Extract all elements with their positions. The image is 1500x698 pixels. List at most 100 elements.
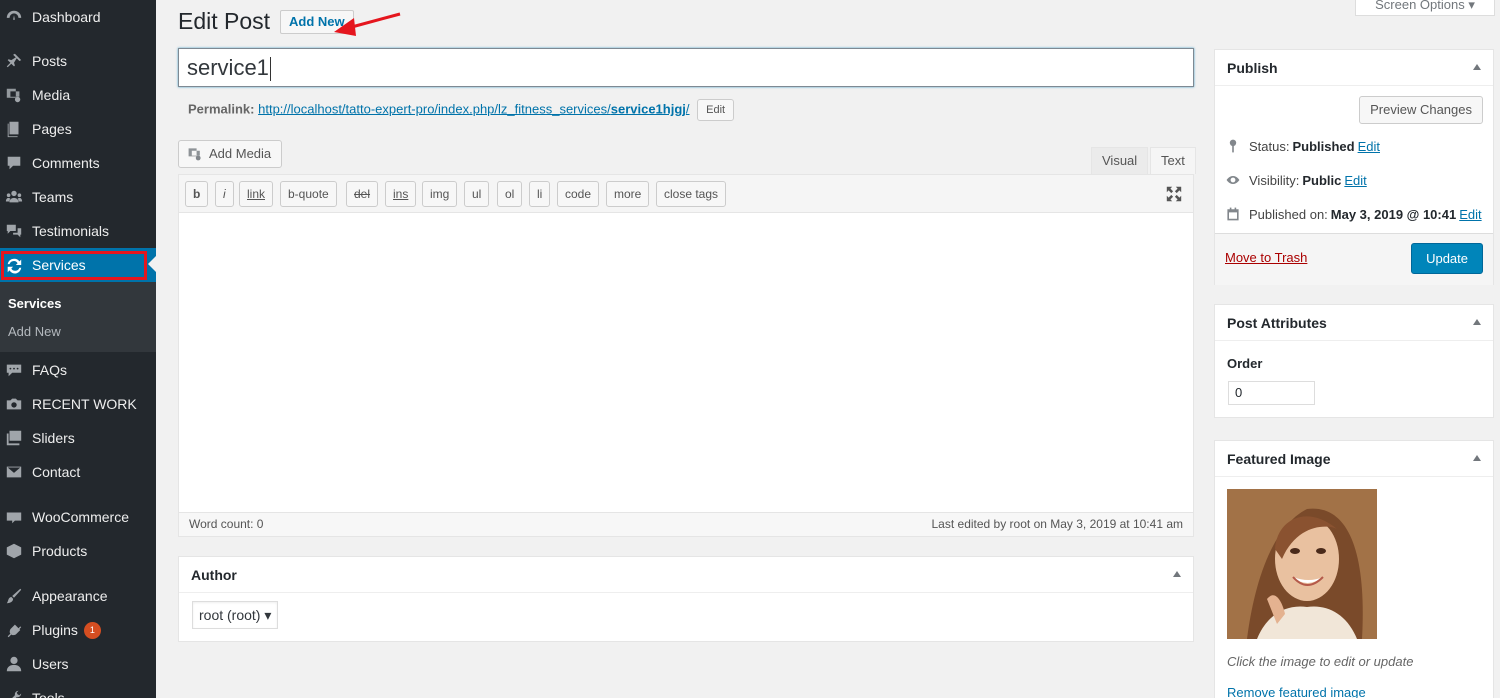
sidebar-item-label: Users bbox=[32, 656, 69, 672]
sidebar-item-teams[interactable]: Teams bbox=[0, 180, 156, 214]
sidebar-item-label: Comments bbox=[32, 155, 100, 171]
submenu-item-services[interactable]: Services bbox=[8, 296, 62, 311]
pages-icon bbox=[4, 119, 24, 139]
sidebar-item-contact[interactable]: Contact bbox=[0, 455, 156, 489]
qt-ins-button[interactable]: ins bbox=[385, 181, 417, 207]
sidebar-item-plugins[interactable]: Plugins 1 bbox=[0, 613, 156, 647]
publish-metabox: Publish Preview Changes Status: Publishe… bbox=[1214, 49, 1494, 285]
sidebar-item-recent-work[interactable]: RECENT WORK bbox=[0, 387, 156, 421]
sidebar-item-faqs[interactable]: FAQs bbox=[0, 353, 156, 387]
sidebar-item-posts[interactable]: Posts bbox=[0, 44, 156, 78]
author-select[interactable]: root (root) ▾ bbox=[192, 601, 279, 629]
remove-featured-image-link[interactable]: Remove featured image bbox=[1227, 685, 1366, 698]
editor-statusbar: Word count: 0 Last edited by root on May… bbox=[179, 512, 1193, 536]
sidebar-item-media[interactable]: Media bbox=[0, 78, 156, 112]
qt-li-button[interactable]: li bbox=[529, 181, 551, 207]
sidebar-item-dashboard[interactable]: Dashboard bbox=[0, 0, 156, 34]
calendar-icon bbox=[1227, 207, 1239, 221]
move-to-trash-link[interactable]: Move to Trash bbox=[1225, 250, 1307, 265]
qt-italic-button[interactable]: i bbox=[215, 181, 234, 207]
tab-visual[interactable]: Visual bbox=[1091, 147, 1149, 174]
permalink-link[interactable]: http://localhost/tatto-expert-pro/index.… bbox=[258, 101, 689, 116]
sidebar-item-label: Posts bbox=[32, 53, 68, 69]
post-attributes-header[interactable]: Post Attributes bbox=[1215, 305, 1493, 341]
pin-icon bbox=[4, 51, 24, 71]
qt-more-button[interactable]: more bbox=[606, 181, 650, 207]
author-metabox: Author root (root) ▾ bbox=[178, 556, 1194, 642]
status-value: Published bbox=[1292, 138, 1355, 154]
sidebar-item-sliders[interactable]: Sliders bbox=[0, 421, 156, 455]
page-title: Edit Post bbox=[178, 8, 271, 34]
permalink-slug: service1hjgj bbox=[610, 101, 686, 117]
eye-icon bbox=[1226, 176, 1240, 184]
tab-text[interactable]: Text bbox=[1150, 147, 1196, 174]
sidebar-item-label: Media bbox=[32, 87, 71, 103]
sidebar-item-appearance[interactable]: Appearance bbox=[0, 579, 156, 613]
sidebar-item-woocommerce[interactable]: WooCommerce bbox=[0, 500, 156, 534]
qt-img-button[interactable]: img bbox=[422, 181, 458, 207]
add-media-label: Add Media bbox=[209, 146, 272, 161]
add-media-button[interactable]: Add Media bbox=[178, 140, 283, 168]
sidebar-item-label: Tools bbox=[32, 690, 65, 698]
sidebar-item-label: Sliders bbox=[32, 430, 75, 446]
qt-ul-button[interactable]: ul bbox=[464, 181, 490, 207]
published-on-value: May 3, 2019 @ 10:41 bbox=[1330, 206, 1457, 222]
featured-image-title: Featured Image bbox=[1227, 451, 1331, 467]
published-on-label: Published on: bbox=[1249, 206, 1328, 222]
post-attributes-title: Post Attributes bbox=[1227, 315, 1327, 331]
collapse-toggle-icon[interactable] bbox=[1473, 455, 1481, 461]
sidebar-item-testimonials[interactable]: Testimonials bbox=[0, 214, 156, 248]
post-content-editor[interactable]: b i link b-quote del ins img ul ol li co… bbox=[178, 174, 1194, 537]
fullscreen-icon[interactable] bbox=[1165, 185, 1183, 203]
qt-del-button[interactable]: del bbox=[346, 181, 379, 207]
published-on-edit-link[interactable]: Edit bbox=[1459, 207, 1481, 222]
status-edit-link[interactable]: Edit bbox=[1358, 139, 1380, 154]
text-caret bbox=[269, 57, 271, 82]
qt-close-tags-button[interactable]: close tags bbox=[656, 181, 727, 207]
publish-metabox-header[interactable]: Publish bbox=[1215, 50, 1493, 86]
submenu-item-add-new[interactable]: Add New bbox=[8, 324, 61, 339]
qt-ol-button[interactable]: ol bbox=[497, 181, 523, 207]
permalink-base: http://localhost/tatto-expert-pro/index.… bbox=[258, 101, 611, 117]
highlight-box bbox=[1, 251, 147, 280]
featured-image-header[interactable]: Featured Image bbox=[1215, 441, 1493, 477]
collapse-toggle-icon[interactable] bbox=[1173, 571, 1181, 577]
visibility-label: Visibility: bbox=[1249, 172, 1300, 188]
sidebar-item-pages[interactable]: Pages bbox=[0, 112, 156, 146]
publish-metabox-title: Publish bbox=[1227, 60, 1278, 76]
preview-changes-button[interactable]: Preview Changes bbox=[1359, 96, 1483, 124]
order-input[interactable]: 0 bbox=[1228, 381, 1315, 405]
brush-icon bbox=[4, 586, 24, 606]
post-title-input[interactable]: service1 bbox=[178, 48, 1194, 87]
user-icon bbox=[4, 654, 24, 674]
publish-actions: Move to Trash Update bbox=[1215, 233, 1493, 285]
permalink-row: Permalink: http://localhost/tatto-expert… bbox=[188, 99, 735, 121]
sidebar-item-tools[interactable]: Tools bbox=[0, 681, 156, 698]
quicktags-toolbar: b i link b-quote del ins img ul ol li co… bbox=[179, 175, 1193, 213]
qt-blockquote-button[interactable]: b-quote bbox=[280, 181, 337, 207]
visibility-value: Public bbox=[1302, 172, 1342, 188]
sidebar-item-label: Dashboard bbox=[32, 9, 101, 25]
sidebar-item-users[interactable]: Users bbox=[0, 647, 156, 681]
status-row: Status: Published Edit bbox=[1225, 138, 1380, 154]
qt-link-button[interactable]: link bbox=[239, 181, 274, 207]
permalink-edit-button[interactable]: Edit bbox=[697, 99, 735, 121]
qt-code-button[interactable]: code bbox=[557, 181, 600, 207]
sidebar-item-comments[interactable]: Comments bbox=[0, 146, 156, 180]
collapse-toggle-icon[interactable] bbox=[1473, 319, 1481, 325]
qt-bold-button[interactable]: b bbox=[185, 181, 209, 207]
screen-options-button[interactable]: Screen Options ▾ bbox=[1355, 0, 1495, 16]
sidebar-item-products[interactable]: Products bbox=[0, 534, 156, 568]
visibility-edit-link[interactable]: Edit bbox=[1344, 173, 1366, 188]
permalink-tail: / bbox=[685, 101, 690, 117]
services-submenu: Services Add New bbox=[0, 282, 156, 352]
update-button[interactable]: Update bbox=[1411, 243, 1483, 274]
featured-image-thumbnail[interactable] bbox=[1227, 489, 1377, 639]
collapse-toggle-icon[interactable] bbox=[1473, 64, 1481, 70]
red-arrow-annotation bbox=[334, 12, 401, 36]
sidebar-item-label: Contact bbox=[32, 464, 81, 480]
author-metabox-header[interactable]: Author bbox=[179, 557, 1193, 593]
admin-sidebar: Dashboard Posts Media Pages Comments Tea… bbox=[0, 0, 156, 698]
featured-image-caption: Click the image to edit or update bbox=[1227, 654, 1414, 669]
status-label: Status: bbox=[1249, 138, 1290, 154]
